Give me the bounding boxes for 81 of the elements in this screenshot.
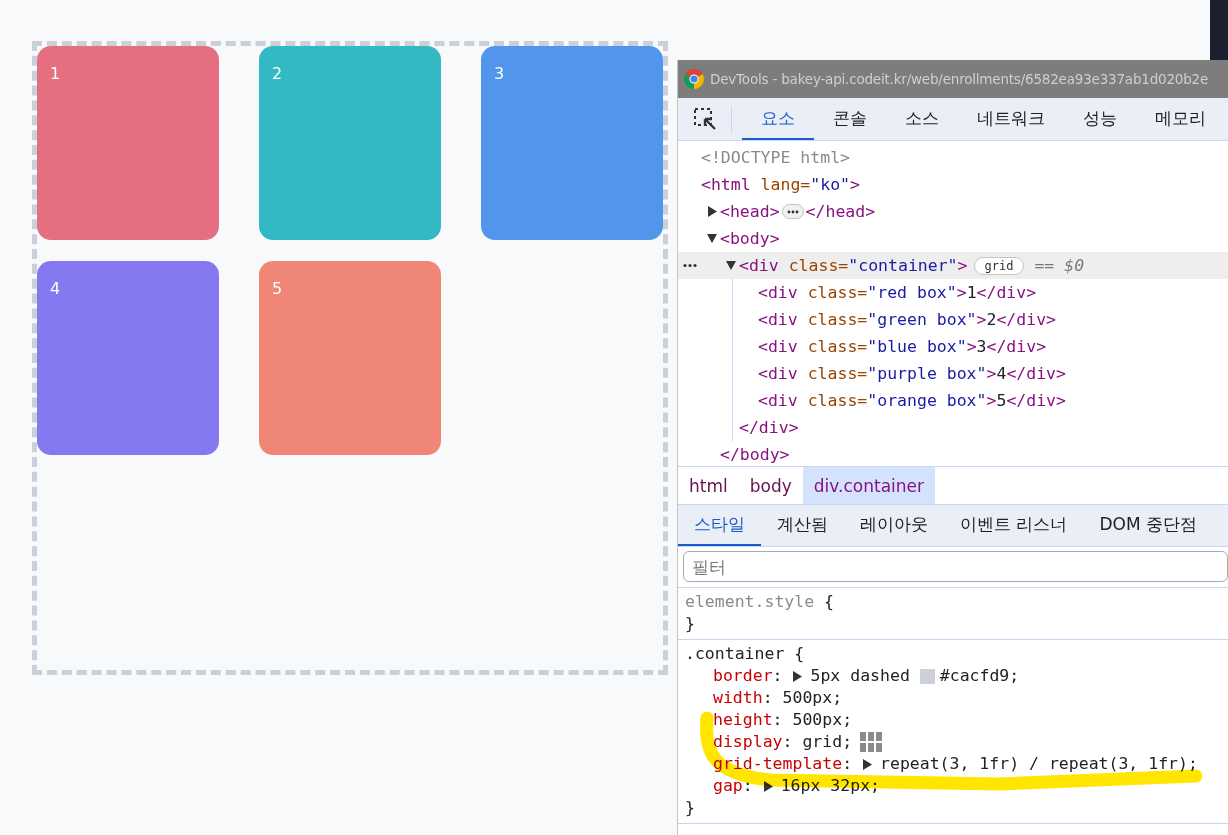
ellipsis-icon [786,209,799,214]
property-value: repeat(3, 1fr) / repeat(3, 1fr); [880,753,1198,775]
property-name: height [713,709,773,731]
dom-row[interactable]: <html lang="ko"> [678,171,1228,198]
dom-row[interactable]: <div class="orange box">5</div> [678,387,1228,414]
dom-row[interactable]: <div class="blue box">3</div> [678,333,1228,360]
pane-tab[interactable]: 이벤트 리스너 [944,505,1084,546]
expand-triangle-icon[interactable] [862,758,872,770]
grid-item: 4 [37,261,219,455]
property-value: 500px; [782,687,843,709]
grid-item: 3 [481,46,663,240]
property-value: 5px dashed [810,665,911,687]
breadcrumb[interactable]: html [678,467,739,504]
dom-row[interactable]: <div class="container"> grid == $0 [678,252,1228,279]
color-swatch[interactable] [919,668,935,684]
window-edge [1210,0,1228,60]
panel-tab[interactable]: 콘솔 [814,98,886,140]
selected-marker: == $0 [1034,256,1085,275]
dom-row[interactable]: <div class="green box">2</div> [678,306,1228,333]
dom-node-text: <div class="blue box">3</div> [758,337,1047,356]
punctuation: : [772,665,784,687]
punctuation: : [772,709,784,731]
window-title: DevTools - bakey-api.codeit.kr/web/enrollments/6582ea93e337ab1d020b2e [710,71,1209,87]
dom-node-text: <body> [720,229,780,248]
pane-tab[interactable]: 레이아웃 [844,505,944,546]
css-selector: .container [685,643,785,665]
property-name: gap [713,775,743,797]
panel-tab[interactable]: 성능 [1064,98,1136,140]
dom-node-text: <div class="red box">1</div> [758,283,1037,302]
dom-node-text: <div class="green box">2</div> [758,310,1057,329]
browser-logo-icon [684,69,704,89]
property-name: width [713,687,763,709]
css-selector: element.style [685,591,815,613]
breadcrumb[interactable]: body [738,467,803,504]
pane-tab[interactable]: 스타일 [678,505,761,546]
dom-node-text: <html lang="ko"> [701,175,860,194]
inspect-icon[interactable] [692,107,717,131]
ellipsis-button[interactable] [781,204,804,219]
punctuation: } [685,797,695,819]
expand-triangle-icon[interactable] [726,260,736,271]
grid-item: 5 [259,261,441,455]
punctuation: : [842,753,854,775]
panel-tab[interactable]: 네트워크 [958,98,1064,140]
dom-row[interactable]: <head> </head> [678,198,1228,225]
pane-tab[interactable]: DOM 중단점 [1083,505,1213,546]
dom-node-text: <!DOCTYPE html> [701,148,850,167]
property-value: #cacfd9; [939,665,1020,687]
grid-item: 2 [259,46,441,240]
dom-node-text: <div class="orange box">5</div> [758,391,1066,410]
property-name: display [713,731,783,753]
panel-tab[interactable]: 요소 [742,98,814,140]
property-value: grid; [802,731,853,753]
punctuation: { [793,643,805,665]
dom-row[interactable]: <div class="purple box">4</div> [678,360,1228,387]
dom-node-text: </div> [739,418,799,437]
dom-row[interactable]: <div class="red box">1</div> [678,279,1228,306]
grid-item: 1 [37,46,219,240]
punctuation: } [685,613,695,635]
property-value: 500px; [792,709,853,731]
dom-node-text: <head> [720,202,780,221]
punctuation: { [823,591,834,613]
dom-row[interactable]: <body> [678,225,1228,252]
punctuation: : [742,775,754,797]
dom-node-text: </head> [805,202,876,221]
expand-triangle-icon[interactable] [792,670,803,682]
breadcrumb[interactable]: div.container [802,467,935,504]
dom-node-text: <div class="container"> [739,256,968,275]
pane-tab[interactable]: 계산됨 [761,505,844,546]
property-name: border [713,665,773,687]
filter-field[interactable]: 필터 [683,551,1228,582]
dom-node-text: <div class="purple box">4</div> [758,364,1066,383]
dom-node-text: </body> [720,445,790,464]
punctuation: : [762,687,774,709]
grid-editor-icon[interactable] [860,732,883,752]
grid-badge[interactable]: grid [973,256,1025,275]
expand-triangle-icon[interactable] [707,233,717,244]
punctuation: : [782,731,794,753]
panel-tab[interactable]: 소스 [886,98,958,140]
panel-tab[interactable]: 메모리 [1136,98,1225,140]
more-icon[interactable] [683,263,697,268]
expand-triangle-icon[interactable] [707,206,717,217]
